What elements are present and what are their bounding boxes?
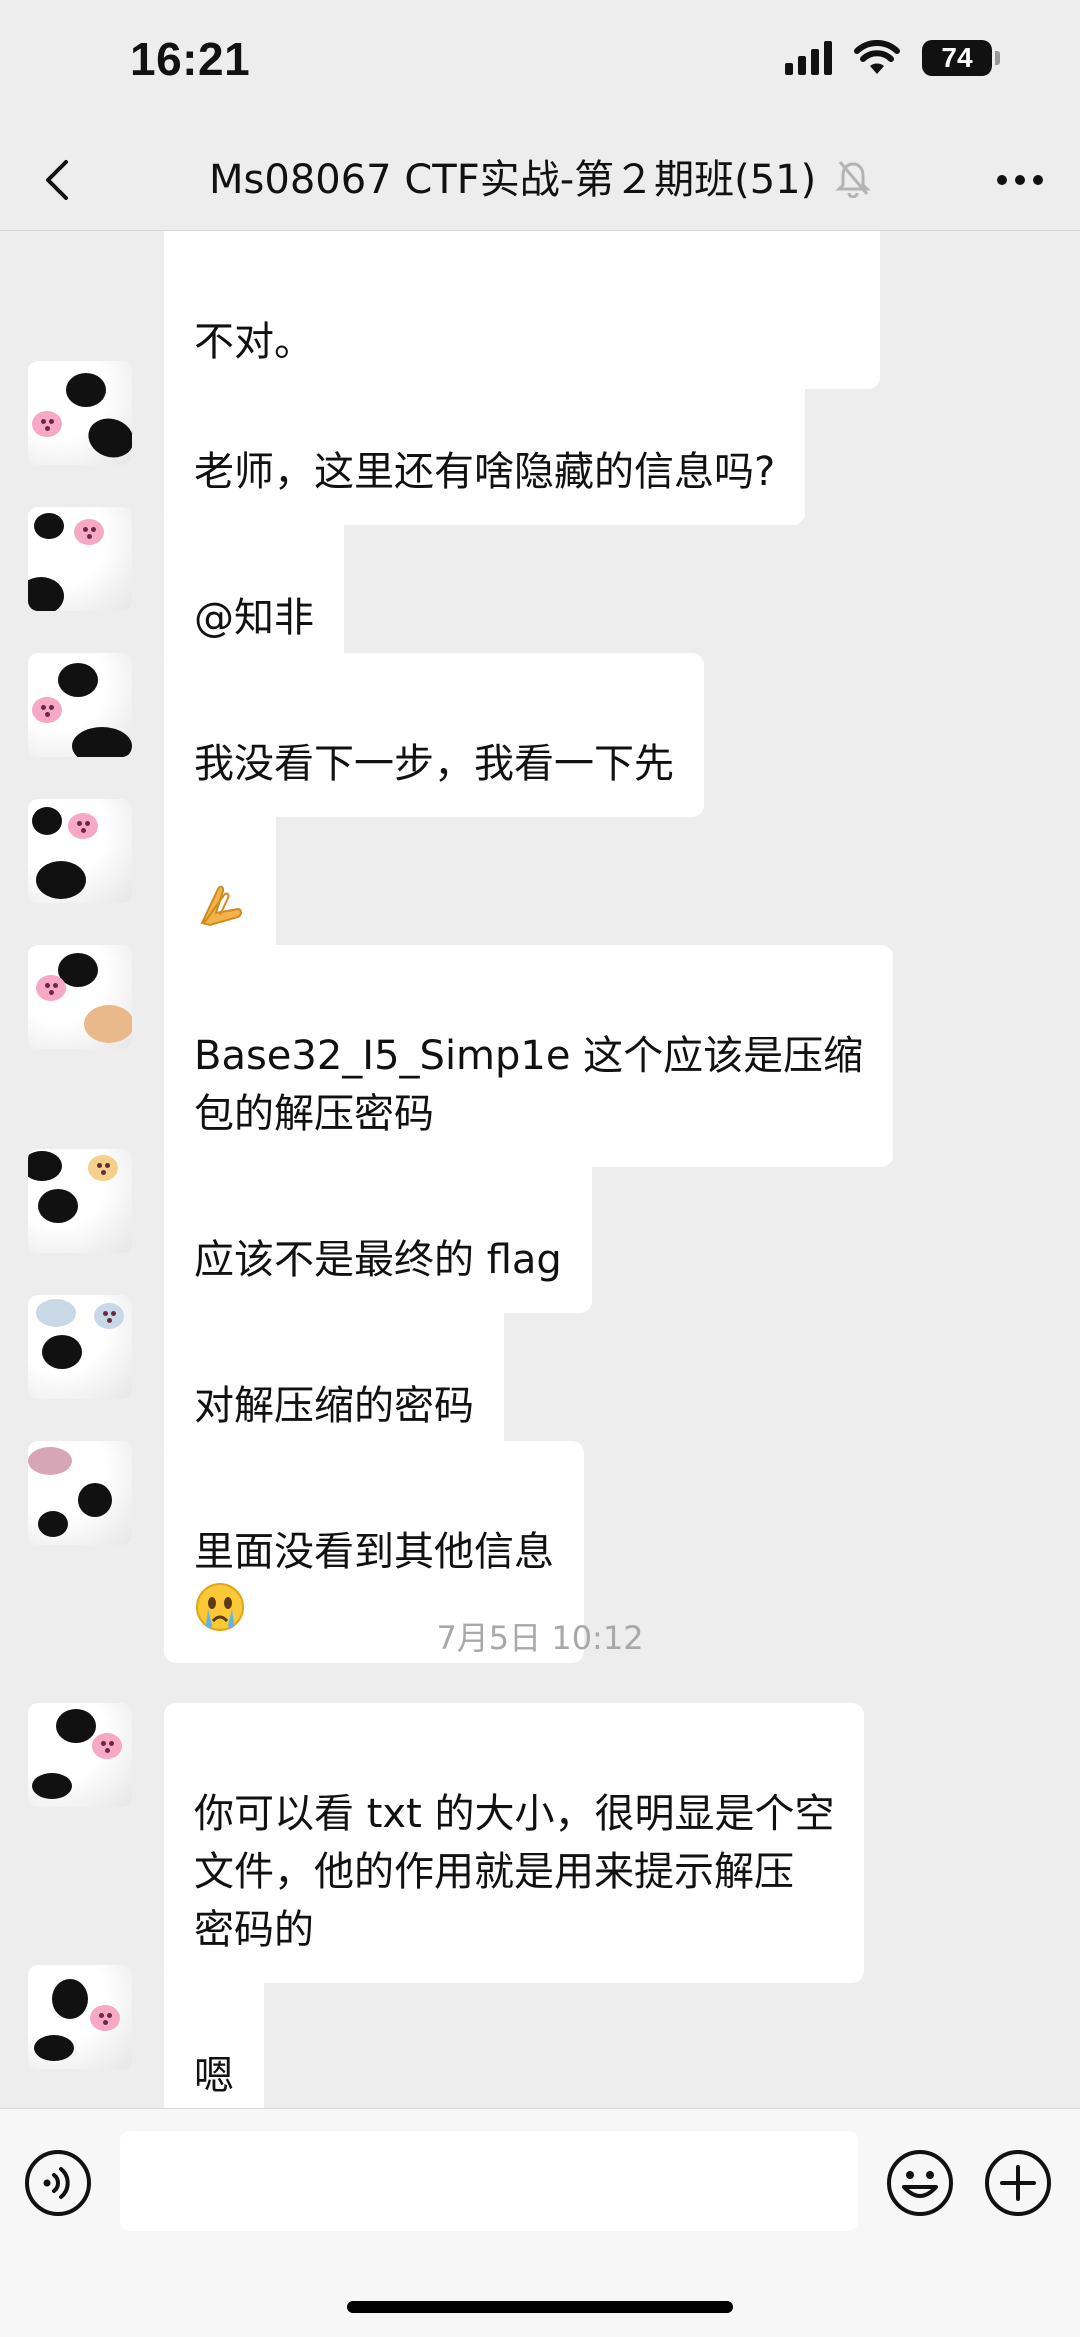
message-input[interactable] bbox=[120, 2131, 858, 2231]
message-bubble[interactable] bbox=[164, 799, 276, 969]
message-text: 对解压缩的密码 bbox=[194, 1383, 474, 1429]
voice-icon[interactable] bbox=[22, 2147, 94, 2219]
message-text: 老师，这里还有啥隐藏的信息吗? bbox=[194, 449, 776, 495]
message-bubble[interactable]: 我没看下一步，我看一下先 bbox=[164, 653, 704, 817]
avatar[interactable] bbox=[28, 945, 132, 1049]
avatar[interactable] bbox=[28, 799, 132, 903]
status-bar: 16:21 74 bbox=[0, 0, 1080, 130]
status-indicators: 74 bbox=[785, 40, 1000, 76]
chat-area[interactable]: 不对。 老师，这里还有啥隐藏的信息吗? @知非 我没看下一步，我看一下先 Bas… bbox=[0, 231, 1080, 2108]
folded-hands-emoji bbox=[200, 885, 242, 927]
message-text: 里面没看到其他信息 bbox=[194, 1529, 554, 1575]
emoji-icon[interactable] bbox=[884, 2147, 956, 2219]
more-icon[interactable] bbox=[990, 158, 1050, 202]
message-bubble[interactable]: 应该不是最终的 flag bbox=[164, 1149, 592, 1313]
avatar[interactable] bbox=[28, 1965, 132, 2069]
back-icon[interactable] bbox=[32, 152, 88, 208]
message-text: 不对。 bbox=[194, 319, 314, 365]
message-bubble[interactable]: @知非 bbox=[164, 507, 344, 671]
message-text: 你可以看 txt 的大小，很明显是个空 文件，他的作用就是用来提示解压 密码的 bbox=[194, 1791, 835, 1953]
avatar[interactable] bbox=[28, 653, 132, 757]
wifi-icon bbox=[854, 40, 900, 74]
status-time: 16:21 bbox=[130, 33, 251, 85]
avatar[interactable] bbox=[28, 361, 132, 465]
avatar[interactable] bbox=[28, 1149, 132, 1253]
chat-title-row: Ms08067 CTF实战-第２期班(51) bbox=[120, 144, 960, 216]
time-divider: 7月5日 10:12 bbox=[436, 1619, 644, 1657]
message-text: 我没看下一步，我看一下先 bbox=[194, 741, 674, 787]
message-text: @知非 bbox=[194, 595, 314, 641]
message-text: 应该不是最终的 flag bbox=[194, 1237, 562, 1283]
battery-icon: 74 bbox=[922, 40, 992, 76]
battery-cap bbox=[995, 51, 1000, 65]
message-bubble[interactable]: 嗯 bbox=[164, 1965, 264, 2108]
avatar[interactable] bbox=[28, 1295, 132, 1399]
avatar[interactable] bbox=[28, 1441, 132, 1545]
plus-icon[interactable] bbox=[982, 2147, 1054, 2219]
message-bubble[interactable]: 你可以看 txt 的大小，很明显是个空 文件，他的作用就是用来提示解压 密码的 bbox=[164, 1703, 865, 1983]
message-bubble[interactable]: Base32_I5_Simp1e 这个应该是压缩 包的解压密码 bbox=[164, 945, 894, 1167]
mute-bell-icon bbox=[835, 161, 871, 198]
input-bar bbox=[0, 2108, 1080, 2337]
signal-icon bbox=[785, 41, 832, 75]
chat-title: Ms08067 CTF实战-第２期班(51) bbox=[209, 157, 817, 203]
nav-bar: Ms08067 CTF实战-第２期班(51) bbox=[0, 130, 1080, 231]
message-bubble[interactable]: 对解压缩的密码 bbox=[164, 1295, 504, 1459]
avatar[interactable] bbox=[28, 1703, 132, 1807]
message-text: Base32_I5_Simp1e 这个应该是压缩 包的解压密码 bbox=[194, 1033, 864, 1137]
home-indicator[interactable] bbox=[347, 2301, 733, 2313]
message-text: 嗯 bbox=[194, 2053, 234, 2099]
avatar[interactable] bbox=[28, 507, 132, 611]
message-bubble[interactable]: 老师，这里还有啥隐藏的信息吗? bbox=[164, 361, 806, 525]
